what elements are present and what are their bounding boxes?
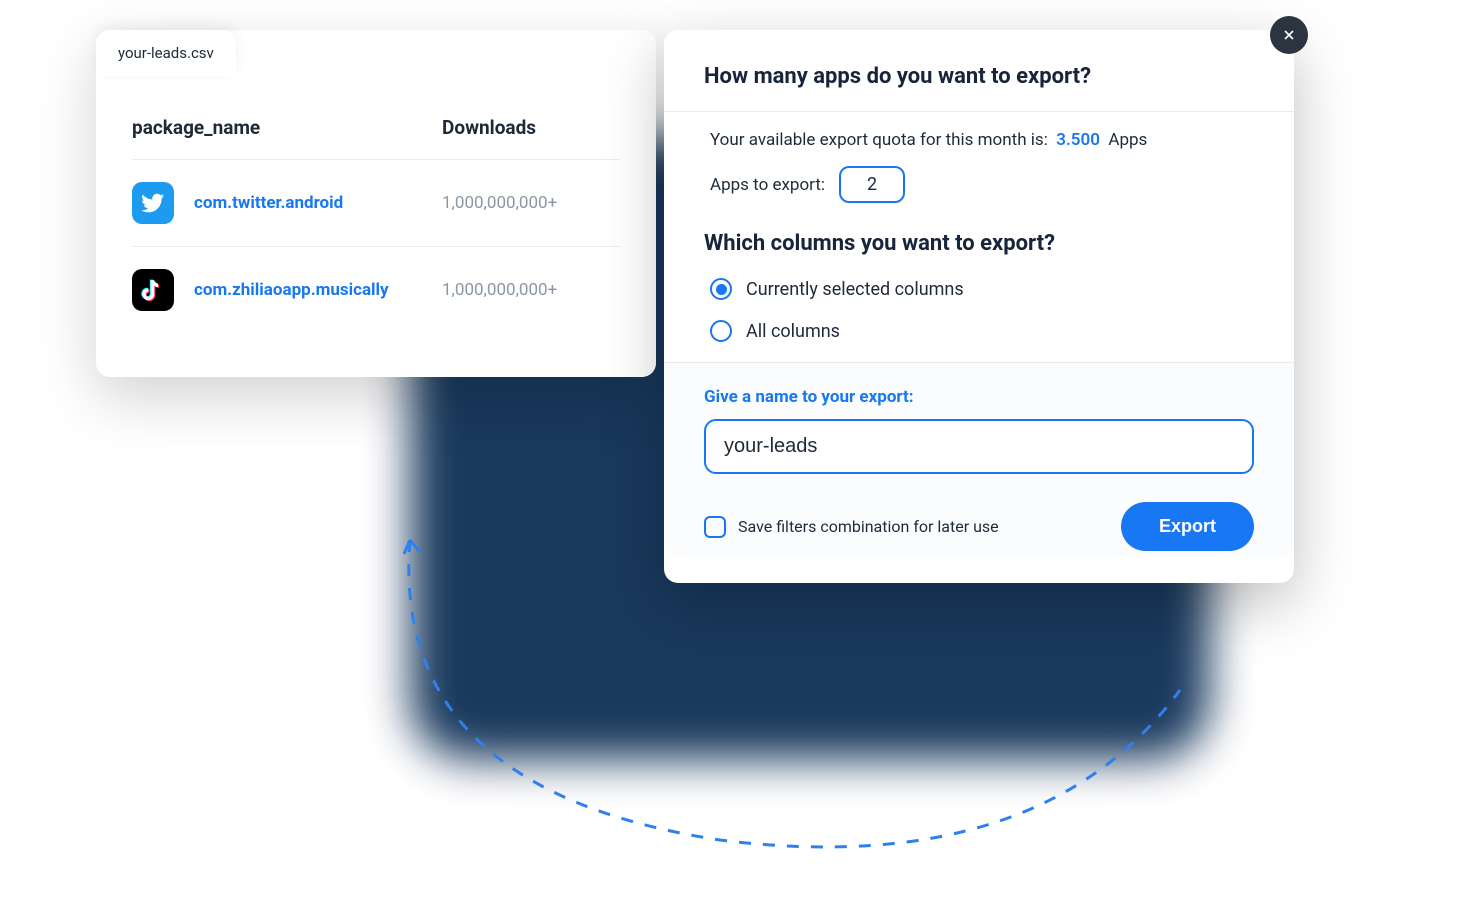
csv-preview-card: your-leads.csv package_name Downloads co… [96, 30, 656, 377]
radio-icon [710, 320, 732, 342]
radio-label: All columns [746, 321, 840, 342]
checkbox-icon [704, 516, 726, 538]
package-name-link[interactable]: com.twitter.android [194, 193, 442, 213]
export-name-label: Give a name to your export: [704, 387, 1254, 407]
table-row: com.twitter.android 1,000,000,000+ [132, 160, 620, 247]
csv-tab: your-leads.csv [96, 30, 236, 76]
apps-quantity-input[interactable]: 2 [839, 166, 905, 203]
table-row: com.zhiliaoapp.musically 1,000,000,000+ [132, 247, 620, 333]
export-name-input[interactable] [704, 419, 1254, 474]
quota-value: 3.500 [1056, 130, 1100, 150]
package-name-link[interactable]: com.zhiliaoapp.musically [194, 280, 442, 300]
apps-to-export-row: Apps to export: 2 [704, 166, 1254, 203]
save-filters-label: Save filters combination for later use [738, 517, 999, 536]
downloads-value: 1,000,000,000+ [442, 280, 557, 300]
close-icon [1281, 27, 1297, 43]
twitter-icon [132, 182, 174, 224]
export-button[interactable]: Export [1121, 502, 1254, 551]
radio-icon [710, 278, 732, 300]
radio-all-columns[interactable]: All columns [704, 320, 1254, 342]
apps-to-export-label: Apps to export: [710, 175, 825, 195]
column-header-downloads: Downloads [442, 116, 620, 139]
column-header-package: package_name [132, 116, 442, 139]
export-modal: How many apps do you want to export? You… [664, 30, 1294, 583]
save-filters-option[interactable]: Save filters combination for later use [704, 516, 999, 538]
radio-currently-selected[interactable]: Currently selected columns [704, 278, 1254, 300]
radio-label: Currently selected columns [746, 279, 964, 300]
modal-title-columns: Which columns you want to export? [704, 231, 1254, 256]
modal-title-apps: How many apps do you want to export? [704, 64, 1254, 89]
quota-text: Your available export quota for this mon… [704, 130, 1254, 150]
tiktok-icon [132, 269, 174, 311]
csv-header-row: package_name Downloads [132, 104, 620, 160]
downloads-value: 1,000,000,000+ [442, 193, 557, 213]
close-button[interactable] [1270, 16, 1308, 54]
divider [664, 111, 1294, 112]
